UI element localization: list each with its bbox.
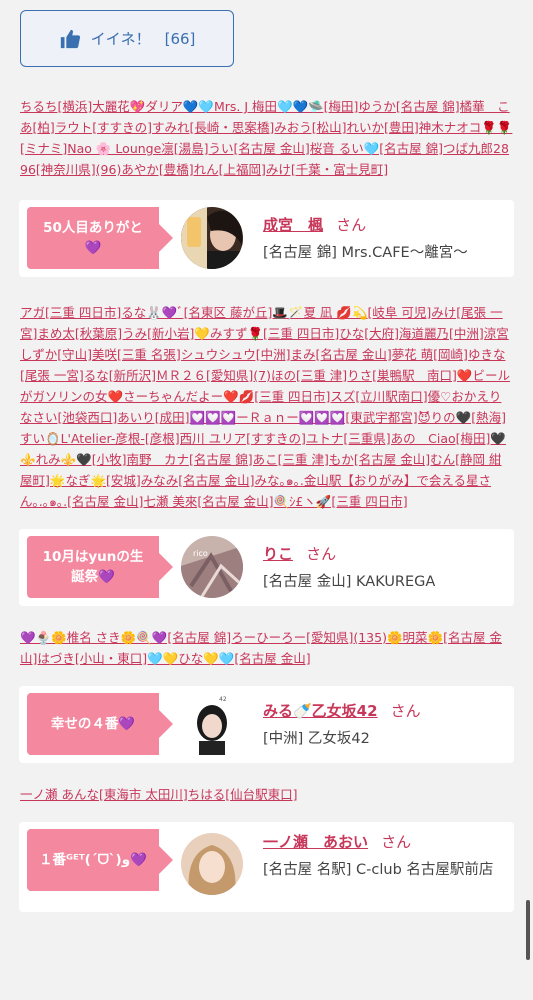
card-info: りこ さん [名古屋 金山] KAKUREGA [263, 543, 435, 593]
like-button[interactable]: イイネ！ [66] [20, 10, 234, 67]
avatar[interactable] [181, 833, 243, 895]
girl-name-link[interactable]: りこ [263, 545, 293, 563]
card-info: みる🍼乙女坂42 さん [中洲] 乙女坂42 [263, 700, 421, 750]
card-badge: １番ᴳᴱᵀ(ˊᗜˋ)و💜 [27, 829, 159, 891]
honorific: さん [336, 216, 367, 234]
avatar[interactable]: 42 [181, 693, 243, 755]
honorific: さん [390, 702, 421, 720]
shop-label: [名古屋 名駅] C-club 名古屋駅前店 [263, 862, 494, 878]
liked-users-list-3[interactable]: 💜🍨🌼椎名 さき🌼🍭💜[名古屋 錦]ろーひーろー[愛知県](135)🌼明菜🌼[名… [0, 627, 533, 669]
shop-label: [名古屋 錦] Mrs.CAFE〜離宮〜 [263, 245, 468, 261]
favorite-card-4: １番ᴳᴱᵀ(ˊᗜˋ)و💜 一ノ瀬 あおい さん [名古屋 名駅] C-club … [19, 822, 514, 912]
like-label: イイネ！ [90, 30, 151, 48]
card-info: 成宮 楓 さん [名古屋 錦] Mrs.CAFE〜離宮〜 [263, 214, 468, 264]
svg-text:42: 42 [219, 696, 227, 703]
honorific: さん [306, 545, 337, 563]
favorite-card-2: 10月はyunの生誕祭💜 rico りこ さん [名古屋 金山] KAKUREG… [19, 529, 514, 606]
girl-name-link[interactable]: 一ノ瀬 あおい [263, 833, 368, 851]
girl-name-link[interactable]: 成宮 楓 [263, 216, 323, 234]
avatar[interactable]: rico [181, 536, 243, 598]
scrollbar[interactable] [526, 900, 530, 960]
card-info: 一ノ瀬 あおい さん [名古屋 名駅] C-club 名古屋駅前店 [263, 831, 513, 881]
like-count: [66] [164, 29, 196, 48]
thumbs-up-icon [60, 29, 80, 48]
svg-text:rico: rico [193, 549, 208, 558]
liked-users-list-4[interactable]: 一ノ瀬 あんな[東海市 太田川]ちはる[仙台駅東口] [0, 784, 533, 805]
honorific: さん [381, 833, 412, 851]
shop-label: [中洲] 乙女坂42 [263, 731, 370, 747]
card-badge: 10月はyunの生誕祭💜 [27, 536, 159, 598]
favorite-card-3: 幸せの４番💜 42 みる🍼乙女坂42 さん [中洲] 乙女坂42 [19, 686, 514, 763]
liked-users-list-2[interactable]: アガ[三重 四日市]るな🐰💜ﾞ[名東区 藤が丘]🎩🪄夏 凪 💋💫[岐阜 可児]み… [0, 302, 533, 512]
liked-users-list-1[interactable]: ちるち[横浜]大麗花💖ダリア💙🩵Mrs. J 梅田🩵💙🛸[梅田]ゆうか[名古屋 … [0, 96, 533, 180]
shop-label: [名古屋 金山] KAKUREGA [263, 574, 436, 590]
favorite-card-1: 50人目ありがと💜 成宮 楓 さん [名古屋 錦] Mrs.CAFE〜離宮〜 [19, 200, 514, 277]
avatar[interactable] [181, 207, 243, 269]
card-badge: 50人目ありがと💜 [27, 207, 159, 269]
card-badge: 幸せの４番💜 [27, 693, 159, 755]
girl-name-link[interactable]: みる🍼乙女坂42 [263, 702, 378, 720]
